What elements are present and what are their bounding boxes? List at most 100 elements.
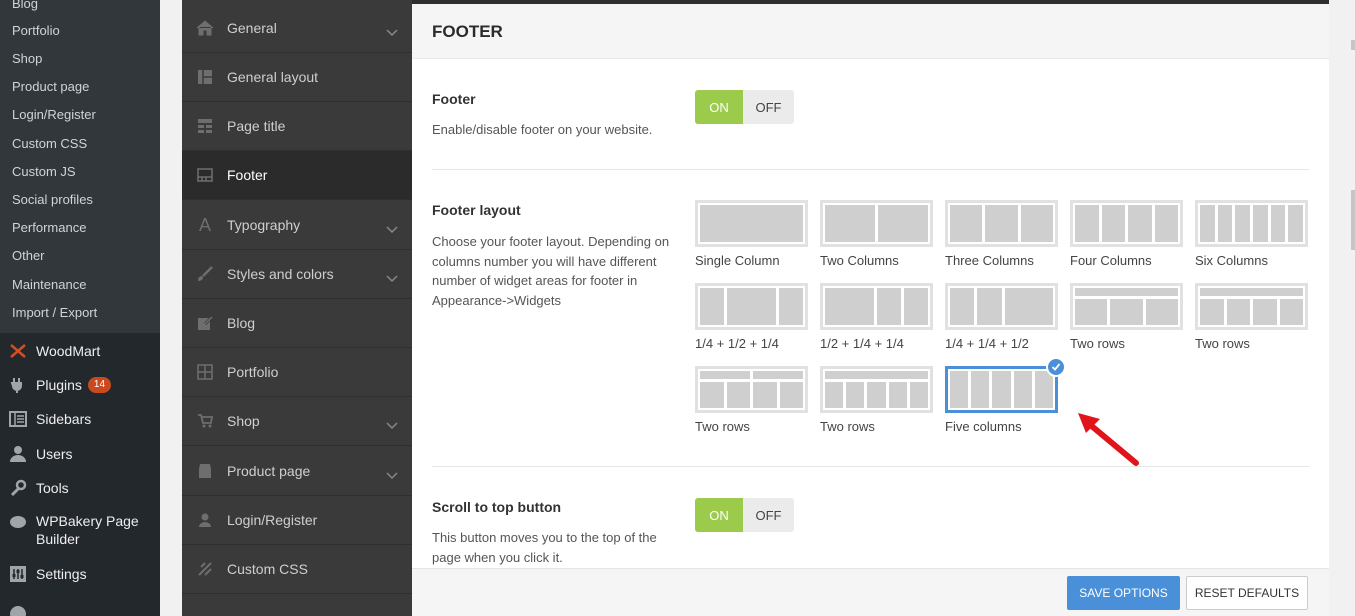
grid-icon: [196, 363, 214, 381]
scroll-top-toggle[interactable]: ON OFF: [695, 498, 794, 532]
layout-preview: [820, 283, 933, 330]
layout-preview: [695, 200, 808, 247]
wp-submenu-item[interactable]: Maintenance: [12, 277, 86, 292]
wp-menu-woodmart[interactable]: WoodMart: [8, 340, 100, 362]
wp-submenu-item[interactable]: Portfolio: [12, 23, 60, 38]
wp-submenu-item[interactable]: Import / Export: [12, 305, 97, 320]
layout-field-desc: Choose your footer layout. Depending on …: [432, 234, 670, 308]
save-options-button[interactable]: SAVE OPTIONS: [1067, 576, 1180, 610]
toggle-off-button[interactable]: OFF: [743, 90, 794, 124]
layout-option-two-rows[interactable]: Two rows: [820, 366, 933, 434]
page-scrollbar[interactable]: [1329, 0, 1355, 616]
nav-item-label: Footer: [227, 167, 268, 183]
page-title: FOOTER: [432, 22, 503, 41]
theme-options-nav: General General layout Page title Footer…: [182, 0, 412, 616]
wp-menu-settings[interactable]: Settings: [8, 563, 87, 585]
layout-option-half-quarter-quarter[interactable]: 1/2 + 1/4 + 1/4: [820, 283, 933, 351]
layout-option-label: Two rows: [820, 419, 875, 434]
layout-preview: [695, 283, 808, 330]
toggle-on-button[interactable]: ON: [695, 498, 743, 532]
nav-item-custom-css[interactable]: Custom CSS: [182, 545, 412, 594]
wp-menu-label: WPBakery Page Builder: [36, 513, 139, 547]
toggle-off-button[interactable]: OFF: [743, 498, 794, 532]
nav-item-portfolio[interactable]: Portfolio: [182, 348, 412, 397]
options-content: FOOTER Footer Enable/disable footer on y…: [412, 0, 1329, 616]
wp-submenu-item[interactable]: Performance: [12, 220, 86, 235]
nav-item-label: Blog: [227, 315, 256, 331]
nav-item-product-page[interactable]: Product page: [182, 447, 412, 496]
nav-item-label: Typography: [227, 217, 301, 233]
woodmart-icon: [8, 341, 28, 361]
layout-preview: [1070, 283, 1183, 330]
scrollbar-thumb[interactable]: [1351, 190, 1355, 250]
wp-menu-plugins[interactable]: Plugins 14: [8, 374, 112, 396]
wp-menu-users[interactable]: Users: [8, 443, 73, 465]
layout-option-single-column[interactable]: Single Column: [695, 200, 808, 268]
chevron-down-icon: [386, 24, 398, 40]
wp-submenu-item[interactable]: Login/Register: [12, 107, 96, 122]
nav-item-general[interactable]: General: [182, 4, 412, 53]
wp-submenu-item[interactable]: Social profiles: [12, 192, 93, 207]
nav-item-styles-colors[interactable]: Styles and colors: [182, 250, 412, 299]
cart-icon: [196, 412, 214, 430]
plugins-icon: [8, 375, 28, 395]
nav-item-label: Styles and colors: [227, 266, 334, 282]
layout-option-quarter-half-quarter[interactable]: 1/4 + 1/2 + 1/4: [695, 283, 808, 351]
nav-item-blog[interactable]: Blog: [182, 299, 412, 348]
layout-preview: [1195, 200, 1308, 247]
chevron-down-icon: [386, 417, 398, 433]
layout-option-two-rows[interactable]: Two rows: [1195, 283, 1308, 351]
layout-option-four-columns[interactable]: Four Columns: [1070, 200, 1183, 268]
wp-submenu-item[interactable]: Custom CSS: [12, 136, 87, 151]
nav-item-label: Login/Register: [227, 512, 318, 528]
layout-option-label: Two rows: [1195, 336, 1250, 351]
layout-preview: [945, 366, 1058, 413]
users-icon: [8, 444, 28, 464]
layout-option-quarter-quarter-half[interactable]: 1/4 + 1/4 + 1/2: [945, 283, 1058, 351]
sidebars-icon: [8, 409, 28, 429]
wp-submenu-item[interactable]: Custom JS: [12, 164, 76, 179]
layout-option-three-columns[interactable]: Three Columns: [945, 200, 1058, 268]
nav-item-typography[interactable]: A Typography: [182, 201, 412, 250]
layout-preview: [1195, 283, 1308, 330]
footer-icon: [196, 166, 214, 184]
layout-option-five-columns[interactable]: Five columns: [945, 357, 1066, 434]
css-icon: [196, 560, 214, 578]
wp-submenu-item[interactable]: Other: [12, 248, 45, 263]
typography-icon: A: [198, 214, 211, 235]
layout-option-two-columns[interactable]: Two Columns: [820, 200, 933, 268]
nav-item-partial[interactable]: [182, 594, 412, 616]
layout-option-two-rows[interactable]: Two rows: [695, 366, 808, 434]
reset-defaults-button[interactable]: RESET DEFAULTS: [1186, 576, 1308, 610]
layout-option-two-rows[interactable]: Two rows: [1070, 283, 1183, 351]
nav-item-login-register[interactable]: Login/Register: [182, 496, 412, 545]
wp-menu-sidebars[interactable]: Sidebars: [8, 408, 91, 430]
nav-item-shop[interactable]: Shop: [182, 397, 412, 446]
wp-menu-label: Settings: [36, 566, 87, 582]
nav-item-general-layout[interactable]: General layout: [182, 53, 412, 102]
wp-submenu-item[interactable]: Shop: [12, 51, 42, 66]
nav-item-page-title[interactable]: Page title: [182, 102, 412, 151]
layout-option-label: Four Columns: [1070, 253, 1152, 268]
wp-menu-label: Users: [36, 446, 73, 462]
layout-option-six-columns[interactable]: Six Columns: [1195, 200, 1308, 268]
wp-menu-tools[interactable]: Tools: [8, 477, 69, 499]
footer-toggle[interactable]: ON OFF: [695, 90, 794, 124]
wp-menu-wpbakery[interactable]: WPBakery Page Builder: [8, 512, 139, 552]
annotation-arrow-icon: [1078, 413, 1139, 466]
nav-item-label: Product page: [227, 463, 311, 479]
wp-submenu-item[interactable]: Product page: [12, 79, 89, 94]
chevron-down-icon: [386, 221, 398, 237]
code-icon: [196, 610, 214, 616]
scroll-top-field-title: Scroll to top button: [432, 499, 562, 515]
scrollbar-thumb[interactable]: [1351, 40, 1355, 50]
divider: [432, 169, 1309, 170]
nav-item-footer[interactable]: Footer: [182, 151, 412, 200]
collapse-menu-icon[interactable]: [10, 606, 26, 616]
layout-option-label: 1/2 + 1/4 + 1/4: [820, 336, 904, 351]
home-icon: [196, 19, 214, 37]
wp-submenu-item[interactable]: Blog: [12, 0, 38, 11]
store-icon: [196, 462, 214, 480]
layout-option-label: Six Columns: [1195, 253, 1268, 268]
toggle-on-button[interactable]: ON: [695, 90, 743, 124]
